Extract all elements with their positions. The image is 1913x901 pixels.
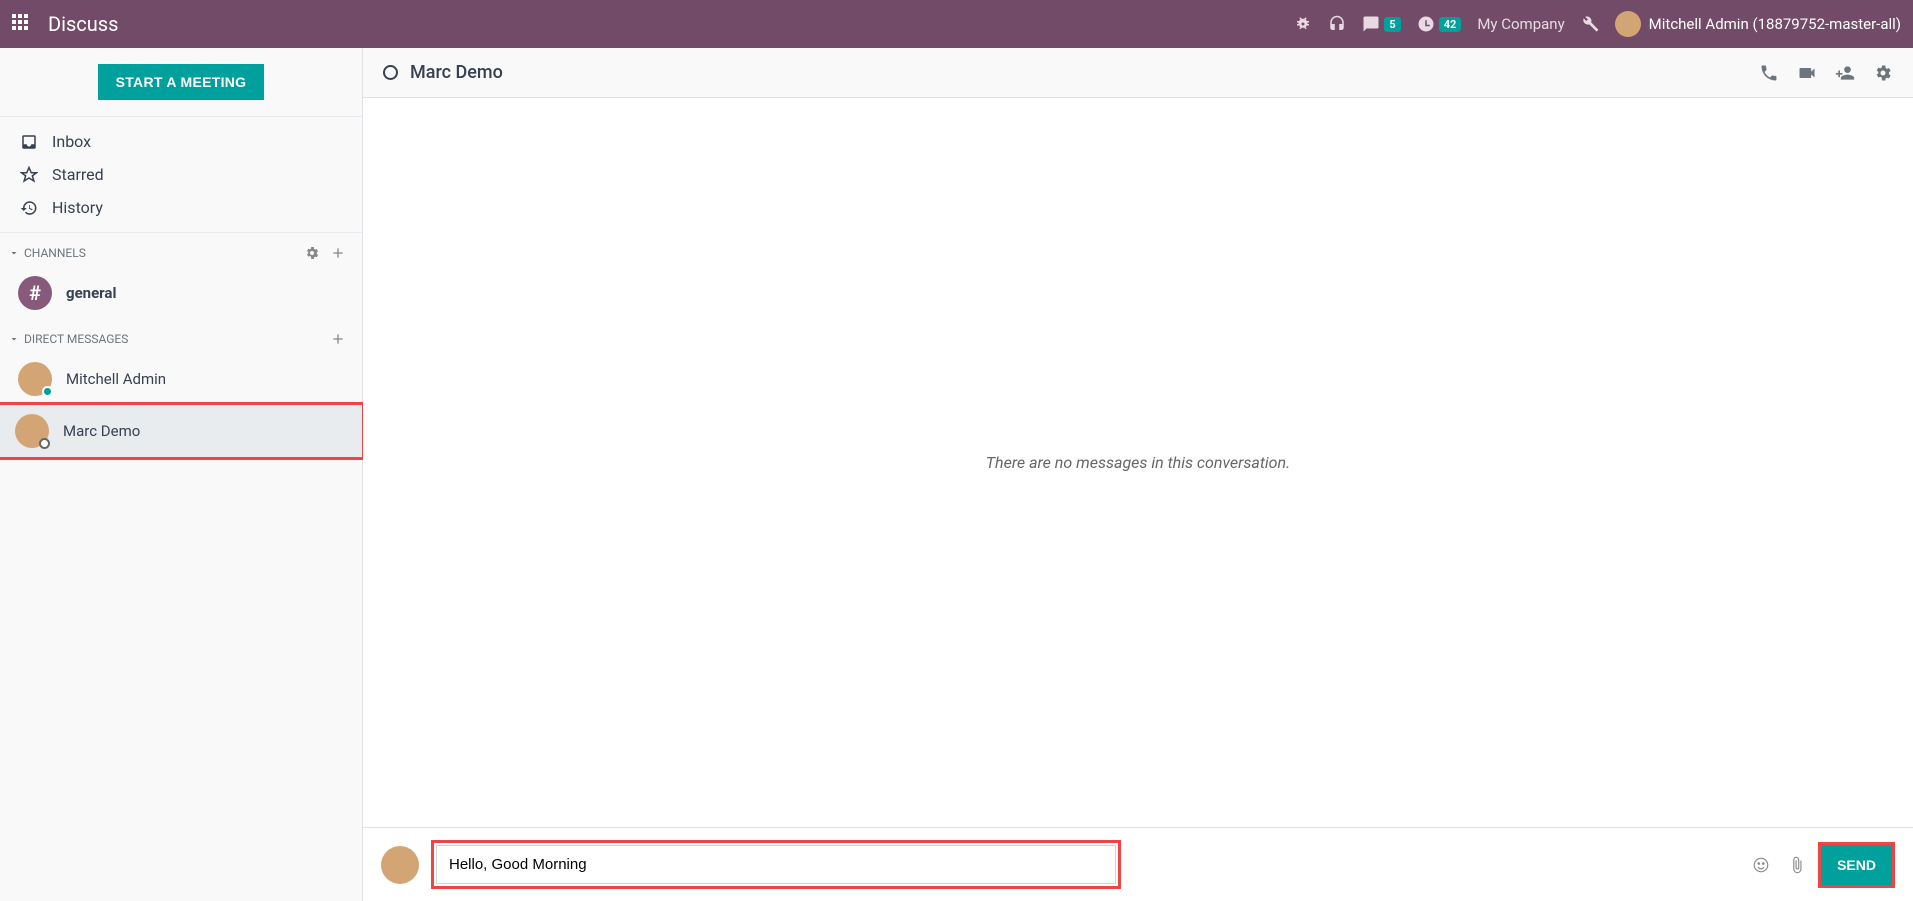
dm-marc-demo[interactable]: Marc Demo xyxy=(0,402,365,460)
history-icon xyxy=(20,199,38,217)
chat-body: There are no messages in this conversati… xyxy=(363,98,1913,827)
history-item[interactable]: History xyxy=(0,191,362,224)
chat-header: Marc Demo xyxy=(363,48,1913,98)
composer-input-highlight xyxy=(431,840,1121,889)
dm-header: DIRECT MESSAGES xyxy=(0,319,362,353)
topbar-right: 5 42 My Company Mitchell Admin (18879752… xyxy=(1294,11,1901,37)
app-title: Discuss xyxy=(48,12,118,36)
messages-badge: 5 xyxy=(1384,17,1400,32)
chat-title: Marc Demo xyxy=(410,62,503,83)
gear-icon[interactable] xyxy=(304,245,320,261)
activities-icon[interactable]: 42 xyxy=(1417,15,1462,33)
company-switcher[interactable]: My Company xyxy=(1477,15,1564,33)
plus-icon[interactable] xyxy=(330,331,346,347)
avatar xyxy=(15,414,49,448)
tools-icon[interactable] xyxy=(1581,15,1599,33)
channel-name-label: general xyxy=(66,284,116,302)
add-user-icon[interactable] xyxy=(1835,63,1855,83)
channels-toggle[interactable]: CHANNELS xyxy=(8,246,86,260)
starred-label: Starred xyxy=(52,165,104,184)
inbox-icon xyxy=(20,133,38,151)
history-label: History xyxy=(52,198,103,217)
gear-icon[interactable] xyxy=(1873,63,1893,83)
phone-icon[interactable] xyxy=(1328,15,1346,33)
presence-online-icon xyxy=(42,386,53,397)
channels-header: CHANNELS xyxy=(0,233,362,267)
chevron-down-icon xyxy=(8,247,20,259)
debug-icon[interactable] xyxy=(1294,15,1312,33)
phone-call-icon[interactable] xyxy=(1759,63,1779,83)
dm-name-label: Marc Demo xyxy=(63,422,140,440)
empty-conversation-text: There are no messages in this conversati… xyxy=(986,453,1290,472)
hash-icon: # xyxy=(18,276,52,310)
dm-name-label: Mitchell Admin xyxy=(66,370,166,388)
chevron-down-icon xyxy=(8,333,20,345)
chat-content: Marc Demo There are no messages in this … xyxy=(363,48,1913,901)
video-icon[interactable] xyxy=(1797,63,1817,83)
topbar: Discuss 5 42 My Company Mitchell Admin (… xyxy=(0,0,1913,48)
dm-mitchell-admin[interactable]: Mitchell Admin xyxy=(0,353,362,405)
inbox-item[interactable]: Inbox xyxy=(0,125,362,158)
presence-offline-icon xyxy=(39,438,50,449)
user-display-name: Mitchell Admin (18879752-master-all) xyxy=(1649,15,1901,33)
star-icon xyxy=(20,166,38,184)
messages-icon[interactable]: 5 xyxy=(1362,15,1400,33)
composer-avatar xyxy=(381,846,419,884)
avatar xyxy=(18,362,52,396)
composer: SEND xyxy=(363,827,1913,901)
inbox-label: Inbox xyxy=(52,132,91,151)
emoji-icon[interactable] xyxy=(1752,856,1770,874)
starred-item[interactable]: Starred xyxy=(0,158,362,191)
message-input[interactable] xyxy=(436,845,1116,884)
user-menu[interactable]: Mitchell Admin (18879752-master-all) xyxy=(1615,11,1901,37)
attachment-icon[interactable] xyxy=(1788,856,1806,874)
dm-toggle[interactable]: DIRECT MESSAGES xyxy=(8,332,128,346)
presence-offline-icon xyxy=(383,65,398,80)
sidebar: START A MEETING Inbox Starred History CH… xyxy=(0,48,363,901)
send-button[interactable]: SEND xyxy=(1821,845,1892,885)
activities-badge: 42 xyxy=(1439,17,1462,32)
plus-icon[interactable] xyxy=(330,245,346,261)
apps-menu-icon[interactable] xyxy=(12,14,32,34)
channels-header-label: CHANNELS xyxy=(24,246,86,260)
channel-general[interactable]: # general xyxy=(0,267,362,319)
user-avatar xyxy=(1615,11,1641,37)
dm-header-label: DIRECT MESSAGES xyxy=(24,332,128,346)
send-button-highlight: SEND xyxy=(1818,842,1895,888)
start-meeting-button[interactable]: START A MEETING xyxy=(98,64,265,100)
